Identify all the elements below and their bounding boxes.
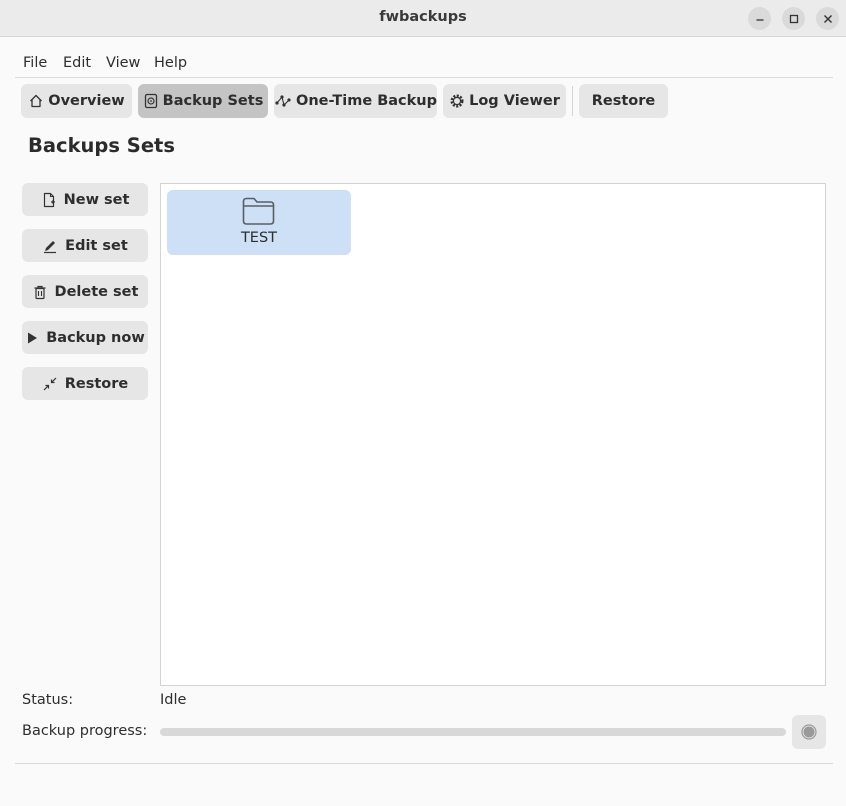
menu-help[interactable]: Help <box>154 55 187 71</box>
tab-backup-sets[interactable]: Backup Sets <box>138 84 268 118</box>
backup-progress-bar <box>160 728 786 736</box>
menu-bar: File Edit View Help <box>15 52 833 78</box>
tab-log-viewer-label: Log Viewer <box>469 93 560 109</box>
page-title: Backups Sets <box>28 134 175 157</box>
backup-now-button[interactable]: Backup now <box>22 321 148 354</box>
edit-set-button[interactable]: Edit set <box>22 229 148 262</box>
new-document-icon <box>43 192 55 207</box>
new-set-button[interactable]: New set <box>22 183 148 216</box>
tab-overview-label: Overview <box>48 93 125 109</box>
bottom-divider <box>15 763 833 764</box>
stop-icon <box>801 724 817 740</box>
tab-overview[interactable]: Overview <box>21 84 132 118</box>
stop-backup-button[interactable] <box>792 715 826 749</box>
minimize-icon <box>756 18 763 21</box>
tab-one-time-backup[interactable]: One-Time Backup <box>274 84 437 118</box>
status-label: Status: <box>22 692 74 708</box>
edit-set-label: Edit set <box>65 237 128 254</box>
toolbar-separator <box>572 86 573 116</box>
delete-set-button[interactable]: Delete set <box>22 275 148 308</box>
backup-set-item[interactable]: TEST <box>167 190 351 255</box>
folder-icon <box>242 197 275 225</box>
maximize-button[interactable] <box>782 7 805 30</box>
new-set-label: New set <box>63 191 130 208</box>
drive-icon <box>144 93 157 109</box>
shrink-arrows-icon <box>43 377 57 390</box>
play-icon <box>28 332 38 343</box>
delete-set-label: Delete set <box>54 283 139 300</box>
trash-icon <box>34 285 46 299</box>
tab-backup-sets-label: Backup Sets <box>162 93 264 109</box>
tab-restore[interactable]: Restore <box>579 84 668 118</box>
menu-edit[interactable]: Edit <box>63 55 91 71</box>
close-icon <box>823 14 832 23</box>
close-button[interactable] <box>816 7 839 30</box>
window-title: fwbackups <box>379 9 467 25</box>
status-value: Idle <box>160 692 187 708</box>
backup-now-label: Backup now <box>46 329 145 346</box>
minimize-button[interactable] <box>748 7 771 30</box>
pencil-icon <box>44 240 57 253</box>
backup-set-name: TEST <box>240 230 278 246</box>
home-icon <box>30 94 43 108</box>
title-bar: fwbackups <box>0 0 846 37</box>
tab-one-time-backup-label: One-Time Backup <box>296 93 437 109</box>
backup-progress-label: Backup progress: <box>22 723 148 739</box>
maximize-icon <box>789 14 798 23</box>
backup-sets-view[interactable]: TEST <box>160 183 826 686</box>
restore-button[interactable]: Restore <box>22 367 148 400</box>
menu-file[interactable]: File <box>23 55 47 71</box>
tab-restore-label: Restore <box>591 93 656 109</box>
tab-log-viewer[interactable]: Log Viewer <box>443 84 566 118</box>
node-graph-icon <box>275 95 291 107</box>
restore-label: Restore <box>64 375 129 392</box>
menu-view[interactable]: View <box>106 55 140 71</box>
gear-icon <box>450 94 464 108</box>
